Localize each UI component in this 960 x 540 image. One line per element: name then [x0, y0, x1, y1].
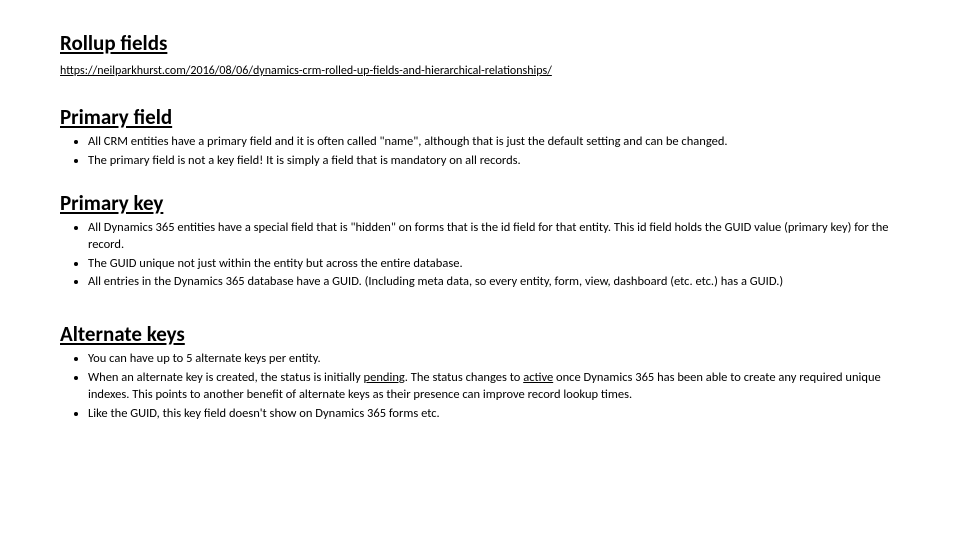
list-primary-key: All Dynamics 365 entities have a special…: [60, 220, 900, 292]
list-item: All CRM entities have a primary field an…: [88, 134, 900, 151]
heading-primary-field: Primary field: [60, 104, 900, 130]
link-rollup-article[interactable]: https://neilparkhurst.com/2016/08/06/dyn…: [60, 64, 552, 78]
heading-alternate-keys: Alternate keys: [60, 321, 900, 347]
heading-primary-key: Primary key: [60, 190, 900, 216]
slide-content: Rollup fields https://neilparkhurst.com/…: [0, 0, 960, 453]
text-fragment: . The status changes to: [405, 370, 523, 385]
underlined-text: pending: [364, 370, 405, 385]
heading-rollup-fields: Rollup fields: [60, 30, 900, 56]
list-alternate-keys: You can have up to 5 alternate keys per …: [60, 351, 900, 423]
list-item: The GUID unique not just within the enti…: [88, 256, 900, 273]
list-item: All Dynamics 365 entities have a special…: [88, 220, 900, 254]
underlined-text: active: [523, 370, 553, 385]
text-fragment: When an alternate key is created, the st…: [88, 370, 364, 385]
list-item: Like the GUID, this key field doesn't sh…: [88, 406, 900, 423]
list-item: The primary field is not a key field! It…: [88, 153, 900, 170]
list-item: When an alternate key is created, the st…: [88, 370, 900, 404]
list-item: All entries in the Dynamics 365 database…: [88, 274, 900, 291]
list-item: You can have up to 5 alternate keys per …: [88, 351, 900, 368]
list-primary-field: All CRM entities have a primary field an…: [60, 134, 900, 170]
